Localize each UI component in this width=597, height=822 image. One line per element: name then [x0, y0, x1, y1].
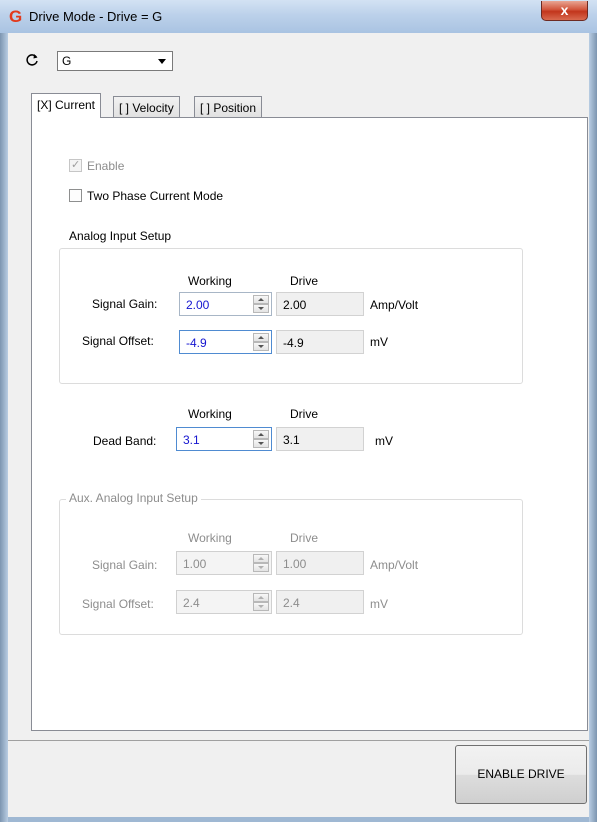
aux-signal-gain-label: Signal Gain:	[92, 558, 158, 572]
spin-up-icon[interactable]	[253, 554, 269, 563]
signal-offset-spinner[interactable]	[253, 333, 269, 351]
spin-down-icon[interactable]	[253, 563, 269, 572]
spin-up-icon[interactable]	[253, 333, 269, 342]
spin-up-icon[interactable]	[253, 430, 269, 439]
aux-signal-gain-working-input[interactable]: 1.00	[176, 551, 272, 575]
dead-band-unit: mV	[375, 434, 393, 448]
footer-divider	[8, 740, 589, 741]
tab-velocity[interactable]: [ ] Velocity	[113, 96, 180, 118]
signal-offset-drive-value: -4.9	[283, 336, 304, 350]
enable-drive-label: ENABLE DRIVE	[477, 767, 565, 781]
dead-band-drive-field: 3.1	[276, 427, 364, 451]
aux-signal-offset-spinner[interactable]	[253, 593, 269, 611]
signal-offset-unit: mV	[370, 335, 388, 349]
signal-gain-label: Signal Gain:	[92, 297, 158, 311]
spin-down-icon[interactable]	[253, 304, 269, 313]
aux-signal-offset-working-input[interactable]: 2.4	[176, 590, 272, 614]
dead-band-working-input[interactable]: 3.1	[176, 427, 272, 451]
deadband-working-header: Working	[188, 407, 232, 421]
aux-signal-gain-working-value: 1.00	[183, 557, 207, 571]
signal-gain-drive-field: 2.00	[276, 292, 364, 316]
two-phase-label: Two Phase Current Mode	[87, 189, 224, 203]
dead-band-drive-value: 3.1	[283, 433, 300, 447]
spin-down-icon[interactable]	[253, 439, 269, 448]
signal-gain-spinner[interactable]	[253, 295, 269, 313]
dead-band-working-value: 3.1	[183, 433, 200, 447]
aux-working-header: Working	[188, 531, 232, 545]
deadband-drive-header: Drive	[290, 407, 319, 421]
aux-signal-offset-label: Signal Offset:	[82, 597, 154, 611]
chevron-down-icon	[158, 59, 166, 64]
analog-input-setup-title: Analog Input Setup	[69, 229, 172, 243]
aux-signal-gain-unit: Amp/Volt	[370, 558, 419, 572]
refresh-icon[interactable]	[24, 52, 40, 68]
window-title: Drive Mode - Drive = G	[29, 9, 163, 24]
window-border-right	[589, 0, 597, 822]
spin-up-icon[interactable]	[253, 593, 269, 602]
signal-gain-working-input[interactable]: 2.00	[179, 292, 272, 316]
signal-gain-working-value: 2.00	[186, 298, 210, 312]
aux-signal-offset-working-value: 2.4	[183, 596, 200, 610]
tab-position[interactable]: [ ] Position	[194, 96, 263, 118]
analog-input-setup-group	[59, 248, 523, 384]
app-logo-icon: G	[9, 7, 23, 26]
current-tab-panel	[31, 117, 588, 731]
aux-analog-input-setup-title: Aux. Analog Input Setup	[66, 491, 201, 505]
tab-current-label: [X] Current	[37, 98, 96, 112]
tab-position-label: [ ] Position	[200, 101, 257, 115]
aux-signal-offset-unit: mV	[370, 597, 388, 611]
spin-up-icon[interactable]	[253, 295, 269, 304]
signal-gain-drive-value: 2.00	[283, 298, 307, 312]
close-button[interactable]: x	[541, 1, 588, 21]
title-bar[interactable]: G Drive Mode - Drive = G x	[0, 0, 597, 33]
two-phase-checkbox[interactable]	[69, 189, 82, 202]
signal-offset-working-value: -4.9	[186, 336, 207, 350]
dead-band-label: Dead Band:	[93, 434, 157, 448]
aux-signal-gain-spinner[interactable]	[253, 554, 269, 572]
enable-checkbox[interactable]: ✓	[69, 159, 82, 172]
close-icon: x	[560, 2, 569, 18]
analog-working-header: Working	[188, 274, 232, 288]
aux-signal-gain-drive-value: 1.00	[283, 557, 307, 571]
signal-offset-label: Signal Offset:	[82, 334, 154, 348]
tab-velocity-label: [ ] Velocity	[119, 101, 174, 115]
signal-gain-unit: Amp/Volt	[370, 298, 419, 312]
aux-signal-offset-drive-value: 2.4	[283, 596, 300, 610]
enable-label: Enable	[87, 159, 125, 173]
tab-current[interactable]: [X] Current	[31, 93, 102, 118]
aux-signal-gain-drive-field: 1.00	[276, 551, 364, 575]
analog-drive-header: Drive	[290, 274, 319, 288]
aux-drive-header: Drive	[290, 531, 319, 545]
signal-offset-working-input[interactable]: -4.9	[179, 330, 272, 354]
drive-select[interactable]: G	[57, 51, 173, 71]
spin-down-icon[interactable]	[253, 342, 269, 351]
window-border-left	[0, 0, 8, 822]
drive-select-value: G	[62, 54, 72, 68]
signal-offset-drive-field: -4.9	[276, 330, 364, 354]
checkmark-icon: ✓	[71, 159, 81, 171]
dead-band-spinner[interactable]	[253, 430, 269, 448]
enable-drive-button[interactable]: ENABLE DRIVE	[455, 745, 587, 804]
aux-signal-offset-drive-field: 2.4	[276, 590, 364, 614]
spin-down-icon[interactable]	[253, 602, 269, 611]
